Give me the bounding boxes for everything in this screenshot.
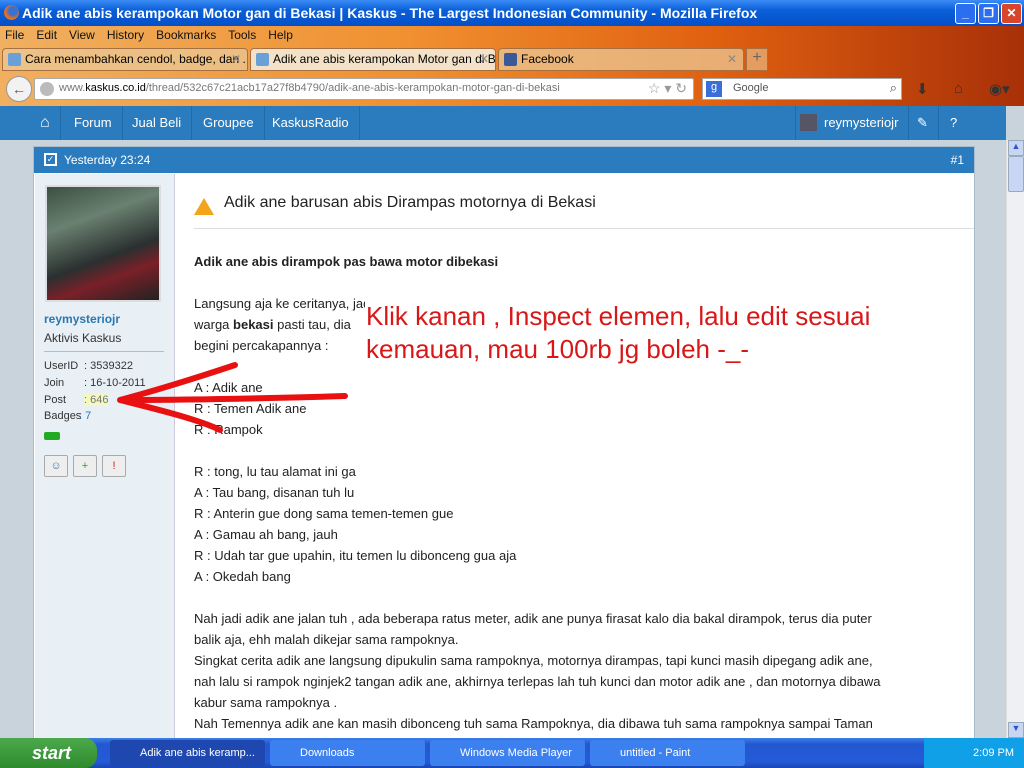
scroll-up-button[interactable]: ▲	[1008, 140, 1024, 156]
taskbar-paint[interactable]: untitled - Paint	[590, 740, 745, 766]
taskbar-downloads[interactable]: Downloads	[270, 740, 425, 766]
scroll-down-button[interactable]: ▼	[1008, 722, 1024, 738]
scroll-thumb[interactable]	[1008, 156, 1024, 192]
red-arrow-drawing	[117, 362, 348, 433]
taskbar-firefox[interactable]: Adik ane abis keramp...	[110, 740, 265, 766]
taskbar: start Adik ane abis keramp... Downloads …	[0, 738, 1024, 768]
scrollbar[interactable]: ▲ ▼	[1006, 140, 1024, 738]
system-tray: 2:09 PM	[924, 738, 1024, 768]
taskbar-media-player[interactable]: Windows Media Player	[430, 740, 585, 766]
clock: 2:09 PM	[973, 747, 1014, 759]
start-button[interactable]: start	[0, 738, 97, 768]
